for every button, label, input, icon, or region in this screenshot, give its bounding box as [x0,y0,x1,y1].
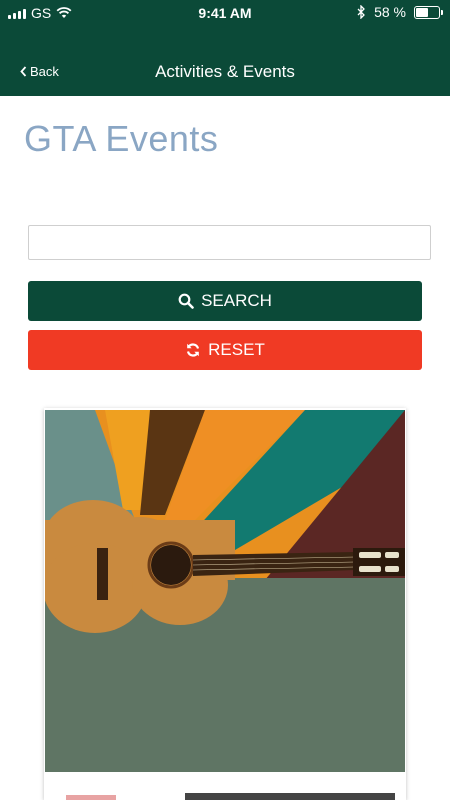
status-bar: GS 9:41 AM 58 % [0,0,450,26]
bluetooth-icon [357,5,365,19]
search-label: SEARCH [201,291,272,310]
search-icon [178,293,194,309]
nav-title: Activities & Events [155,62,295,81]
battery-icon [414,5,443,19]
reset-button[interactable]: RESET [28,330,422,370]
search-button[interactable]: SEARCH [28,281,422,321]
page-title: GTA Events [24,118,219,159]
status-right: 58 % [357,4,443,20]
card-footer-mark [66,795,116,800]
event-card[interactable] [44,408,406,800]
card-footer-bar [185,793,395,800]
refresh-icon [187,343,200,357]
nav-bar: Back Activities & Events [0,26,450,96]
event-image[interactable] [45,410,405,772]
search-input[interactable] [28,225,431,260]
reset-label: RESET [208,340,265,359]
battery-percent: 58 % [374,4,406,20]
